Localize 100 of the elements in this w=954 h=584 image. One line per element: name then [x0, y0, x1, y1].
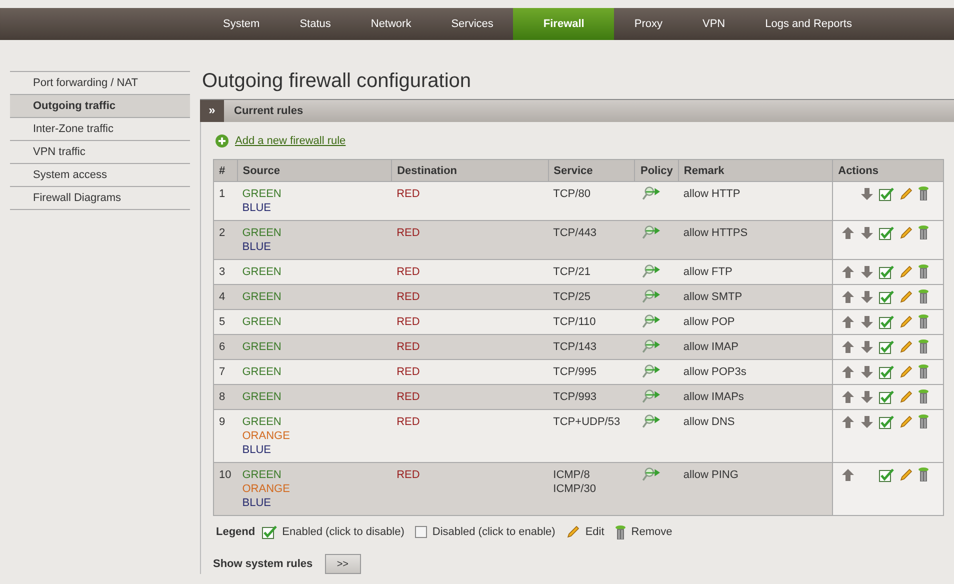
zone-label: BLUE: [242, 443, 272, 457]
sidebar-item[interactable]: Outgoing traffic: [10, 94, 190, 117]
nav-tab[interactable]: Status: [280, 8, 351, 40]
checked-checkbox-icon[interactable]: [879, 314, 894, 328]
zone-label: RED: [396, 226, 421, 240]
service-label: TCP/143: [553, 340, 598, 354]
nav-tab[interactable]: VPN: [682, 8, 746, 40]
zone-label: RED: [396, 365, 421, 379]
zone-label: ORANGE: [242, 482, 291, 496]
zone-label: GREEN: [242, 390, 282, 404]
service-label: TCP/80: [553, 187, 592, 201]
down-arrow-icon[interactable]: [860, 186, 874, 200]
pencil-icon: [566, 525, 580, 539]
trash-icon[interactable]: [918, 389, 930, 404]
checked-checkbox-icon[interactable]: [879, 414, 894, 428]
zone-label: GREEN: [242, 365, 282, 379]
up-arrow-icon[interactable]: [841, 226, 856, 240]
sidebar-item[interactable]: Inter-Zone traffic: [10, 117, 190, 140]
nav-tab[interactable]: Firewall: [513, 8, 614, 40]
pencil-icon[interactable]: [899, 468, 914, 482]
trash-icon[interactable]: [918, 186, 930, 201]
nav-tab[interactable]: Logs and Reports: [745, 8, 872, 40]
add-rule-link[interactable]: Add a new firewall rule: [235, 135, 346, 147]
zone-label: BLUE: [242, 496, 272, 510]
pencil-icon[interactable]: [899, 414, 914, 428]
zone-label: GREEN: [242, 265, 282, 279]
rule-number: 2: [214, 220, 238, 260]
nav-tab[interactable]: Network: [350, 8, 432, 40]
remark: allow IMAP: [678, 334, 833, 360]
nav-tab[interactable]: System: [203, 8, 280, 40]
up-arrow-icon[interactable]: [841, 264, 856, 278]
up-arrow-icon[interactable]: [841, 290, 856, 304]
trash-icon[interactable]: [918, 467, 930, 482]
down-arrow-icon[interactable]: [860, 314, 874, 328]
trash-icon[interactable]: [918, 314, 930, 329]
sidebar-item[interactable]: System access: [10, 163, 190, 186]
down-arrow-icon[interactable]: [860, 290, 874, 304]
up-arrow-icon[interactable]: [841, 414, 856, 428]
nav-tab[interactable]: Services: [431, 8, 514, 40]
column-header: Remark: [678, 160, 833, 182]
down-arrow-icon[interactable]: [860, 414, 874, 428]
service-label: TCP/993: [553, 390, 598, 404]
zone-label: RED: [396, 340, 421, 354]
trash-icon[interactable]: [918, 339, 930, 354]
column-header: Destination: [392, 160, 548, 182]
checked-checkbox-icon[interactable]: [879, 226, 894, 240]
sidebar-item[interactable]: Firewall Diagrams: [10, 186, 190, 209]
zone-label: GREEN: [242, 340, 282, 354]
service-label: TCP/110: [553, 315, 597, 329]
checked-checkbox-icon[interactable]: [879, 186, 894, 200]
service-label: TCP/995: [553, 365, 598, 379]
zone-label: RED: [396, 187, 421, 201]
service-label: ICMP/30: [553, 482, 597, 496]
trash-icon[interactable]: [918, 364, 930, 379]
checked-checkbox-icon[interactable]: [879, 340, 894, 354]
remark: allow IMAPs: [678, 384, 833, 410]
down-arrow-icon[interactable]: [860, 340, 874, 354]
pencil-icon[interactable]: [899, 340, 914, 354]
remark: allow POP: [678, 310, 833, 334]
up-arrow-icon[interactable]: [841, 364, 856, 378]
pencil-icon[interactable]: [899, 364, 914, 378]
trash-icon[interactable]: [918, 414, 930, 429]
down-arrow-icon[interactable]: [860, 390, 874, 404]
checked-checkbox-icon[interactable]: [879, 468, 894, 482]
down-arrow-icon[interactable]: [860, 226, 874, 240]
zone-label: GREEN: [242, 415, 282, 429]
checked-checkbox-icon[interactable]: [879, 264, 894, 278]
checked-checkbox-icon[interactable]: [879, 390, 894, 404]
pencil-icon[interactable]: [899, 186, 914, 200]
trash-icon[interactable]: [918, 225, 930, 240]
zone-label: RED: [396, 390, 421, 404]
trash-icon[interactable]: [918, 264, 930, 279]
down-arrow-icon[interactable]: [860, 364, 874, 378]
legend-label: Edit: [585, 526, 604, 538]
rule-number: 8: [214, 384, 238, 410]
pencil-icon[interactable]: [899, 390, 914, 404]
collapse-toggle[interactable]: »: [200, 100, 224, 122]
trash-icon[interactable]: [918, 289, 930, 304]
show-system-rules-button[interactable]: >>: [324, 554, 361, 574]
rule-number: 7: [214, 360, 238, 384]
nav-tab[interactable]: Proxy: [614, 8, 682, 40]
sidebar-item[interactable]: VPN traffic: [10, 140, 190, 163]
pencil-icon[interactable]: [899, 264, 914, 278]
pencil-icon[interactable]: [899, 226, 914, 240]
up-arrow-icon[interactable]: [841, 340, 856, 354]
zone-label: RED: [396, 265, 421, 279]
pencil-icon[interactable]: [899, 290, 914, 304]
checked-checkbox-icon[interactable]: [879, 290, 894, 304]
column-header: #: [214, 160, 238, 182]
pencil-icon[interactable]: [899, 314, 914, 328]
down-arrow-icon[interactable]: [860, 264, 874, 278]
add-icon[interactable]: [215, 134, 229, 148]
up-arrow-icon[interactable]: [841, 468, 856, 482]
remark: allow HTTP: [678, 182, 833, 220]
page-title: Outgoing firewall configuration: [202, 69, 472, 93]
checked-checkbox-icon[interactable]: [879, 364, 894, 378]
checked-checkbox-icon: [262, 525, 278, 539]
remark: allow SMTP: [678, 284, 833, 310]
up-arrow-icon[interactable]: [841, 314, 856, 328]
up-arrow-icon[interactable]: [841, 390, 856, 404]
